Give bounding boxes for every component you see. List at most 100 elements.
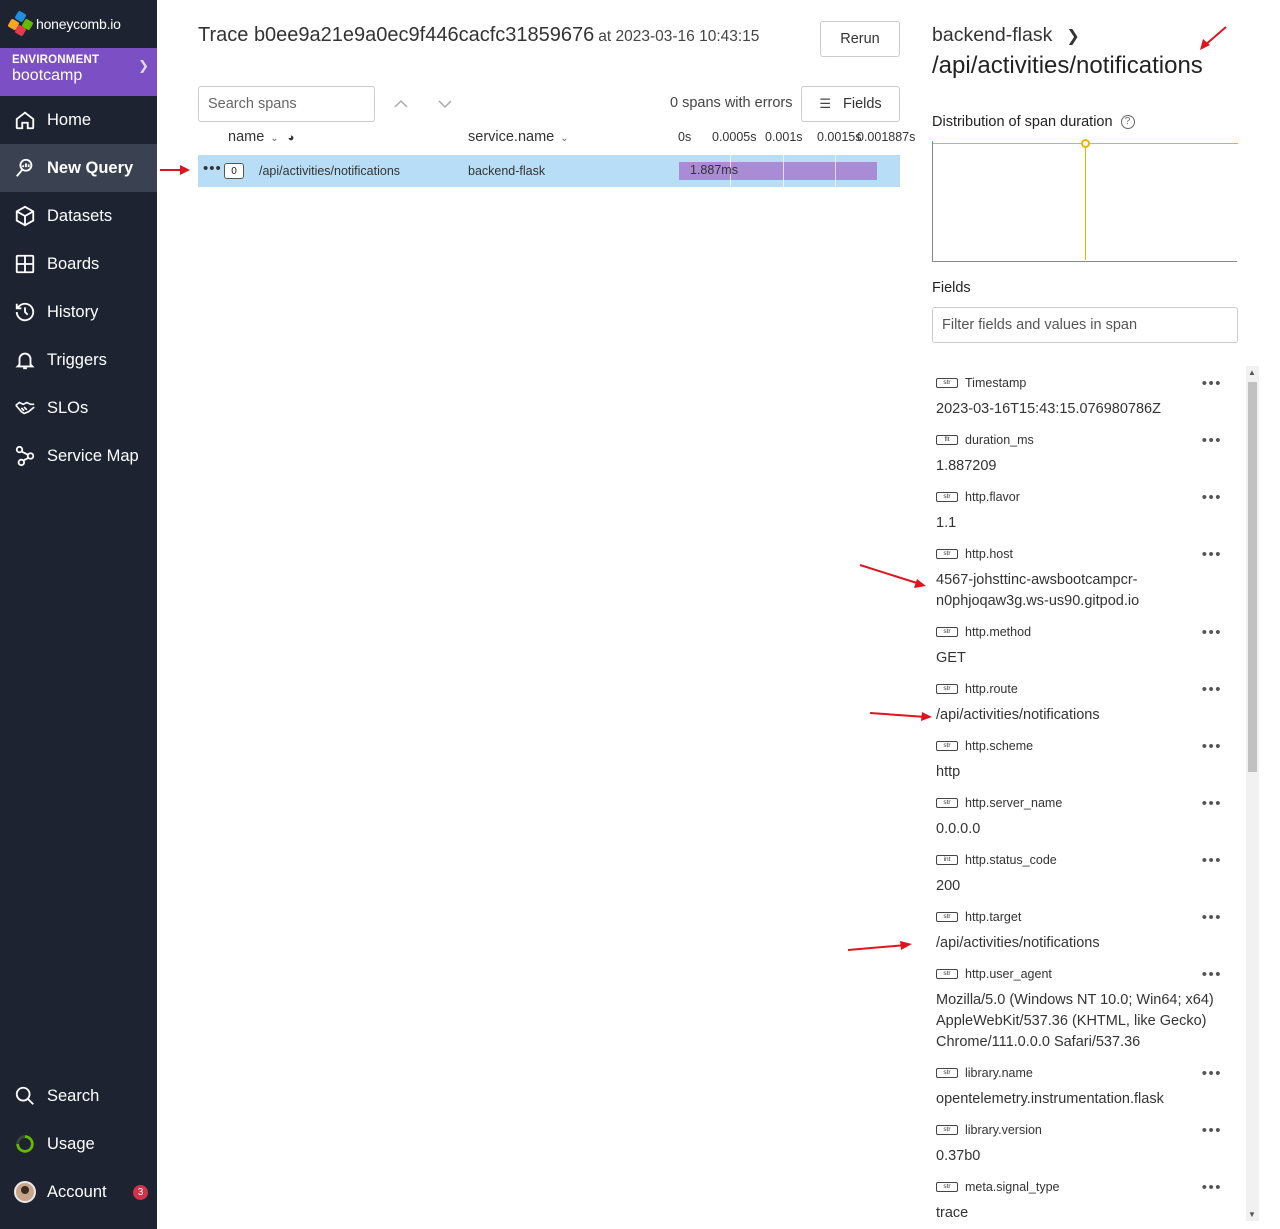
nav-label: Search [47,1086,100,1105]
field-value: 0.37b0 [936,1148,981,1164]
nav-item-datasets[interactable]: Datasets [0,192,157,240]
nav-item-new-query[interactable]: New Query [0,144,157,192]
field-type-tag: str [936,911,958,922]
field-header: int http.status_code ••• [932,843,1242,876]
more-options-icon[interactable]: ••• [1202,681,1222,698]
rerun-button[interactable]: Rerun [820,21,900,57]
current-span-marker [1081,139,1090,148]
fields-title: Fields [932,280,971,296]
field-value: 1.1 [936,515,957,531]
column-header-name[interactable]: name ⌄ ◕ [228,129,294,145]
fields-button[interactable]: ☰ Fields [801,86,900,122]
column-name-label: name [228,129,265,145]
field-type-tag: str [936,626,958,637]
more-options-icon[interactable]: ••• [1202,852,1222,869]
field-value: 2023-03-16T15:43:15.076980786Z [936,401,1161,417]
help-icon[interactable]: ? [1120,115,1135,130]
field-item: str http.route ••• /api/activities/notifica… [932,672,1242,729]
list-icon: ☰ [819,96,831,111]
span-timeline: 1.887ms [678,155,900,187]
scrollbar[interactable]: ▲ ▼ [1246,366,1259,1221]
nav-label: New Query [47,158,134,177]
field-type-tag: str [936,377,958,388]
more-options-icon[interactable]: ••• [1202,1065,1222,1082]
nav-item-history[interactable]: History [0,288,157,336]
more-options-icon[interactable]: ••• [1202,432,1222,449]
nav-item-home[interactable]: Home [0,96,157,144]
scroll-up-icon[interactable]: ▲ [1248,368,1256,377]
field-type-tag: str [936,1067,958,1078]
chevron-up-icon[interactable] [392,95,410,113]
field-item: str library.name ••• opentelemetry.instrume… [932,1056,1242,1113]
chevron-down-icon[interactable] [436,95,454,113]
field-name: http.server_name [965,795,1063,810]
field-item: int http.status_code ••• 200 [932,843,1242,900]
field-value: Mozilla/5.0 (Windows NT 10.0; Win64; x64… [936,992,1214,1050]
annotation-arrow [1200,26,1227,50]
honeycomb-logo[interactable]: honeycomb.io [0,0,157,48]
field-name: library.version [965,1122,1042,1137]
more-options-icon[interactable]: ••• [1202,624,1222,641]
panel-service[interactable]: backend-flask ❯ [932,24,1080,47]
time-tick: 0.0005s [712,130,757,144]
field-list: str Timestamp ••• 2023-03-16T15:43:15.07698… [932,366,1242,1229]
field-header: str http.route ••• [932,672,1242,705]
field-item: str http.scheme ••• http [932,729,1242,786]
nav-item-service-map[interactable]: Service Map [0,432,157,480]
distribution-title: Distribution of span duration? [932,114,1135,130]
more-options-icon[interactable]: ••• [203,161,222,176]
nav-item-account[interactable]: Account 3 [0,1168,157,1216]
field-type-tag: str [936,491,958,502]
more-options-icon[interactable]: ••• [1202,909,1222,926]
bell-icon [14,349,36,371]
filter-fields-input[interactable]: Filter fields and values in span [932,307,1238,343]
nav-label: Home [47,110,92,129]
child-span-count[interactable]: 0 [224,163,244,179]
field-name: library.name [965,1065,1033,1080]
more-options-icon[interactable]: ••• [1202,1179,1222,1196]
environment-selector[interactable]: ENVIRONMENT bootcamp ❯ [0,48,157,96]
more-options-icon[interactable]: ••• [1202,375,1222,392]
annotation-arrow [160,165,190,175]
field-header: str http.host ••• [932,537,1242,570]
more-options-icon[interactable]: ••• [1202,795,1222,812]
nav-item-boards[interactable]: Boards [0,240,157,288]
nav-item-slos[interactable]: SLOs [0,384,157,432]
span-duration-label: 1.887ms [690,163,738,177]
chevron-down-icon: ⌄ [560,133,569,144]
span-name: /api/activities/notifications [259,164,401,178]
scroll-thumb[interactable] [1248,382,1257,772]
field-name: http.host [965,546,1013,561]
column-service-label: service.name [468,129,555,145]
nav-item-search[interactable]: Search [0,1072,157,1120]
nav-item-usage[interactable]: Usage [0,1120,157,1168]
sidebar: honeycomb.io ENVIRONMENT bootcamp ❯ Home… [0,0,157,1229]
more-options-icon[interactable]: ••• [1202,489,1222,506]
field-value: 0.0.0.0 [936,821,981,837]
column-header-service[interactable]: service.name ⌄ [468,129,569,145]
chevron-right-icon: ❯ [138,58,149,73]
field-type-tag: str [936,740,958,751]
field-value: /api/activities/notifications [936,935,1100,951]
field-type-tag: str [936,683,958,694]
span-row[interactable]: ••• 0 /api/activities/notifications back… [198,155,900,187]
chevron-down-icon: ⌄ [270,133,279,144]
nav-label: Account [47,1182,107,1201]
field-value: GET [936,650,966,666]
search-spans-input[interactable]: Search spans [198,86,375,122]
annotation-arrow [847,941,912,951]
more-options-icon[interactable]: ••• [1202,966,1222,983]
field-value: 4567-johsttinc-awsbootcampcr-n0phjoqaw3g… [936,572,1140,609]
nav-label: Triggers [47,350,107,369]
field-name: http.method [965,624,1032,639]
more-options-icon[interactable]: ••• [1202,738,1222,755]
nav-item-triggers[interactable]: Triggers [0,336,157,384]
more-options-icon[interactable]: ••• [1202,1122,1222,1139]
field-header: str meta.signal_type ••• [932,1170,1242,1203]
field-value: 200 [936,878,961,894]
scroll-down-icon[interactable]: ▼ [1248,1210,1256,1219]
field-type-tag: str [936,968,958,979]
more-options-icon[interactable]: ••• [1202,546,1222,563]
field-type-tag: str [936,1124,958,1135]
field-name: Timestamp [965,375,1027,390]
